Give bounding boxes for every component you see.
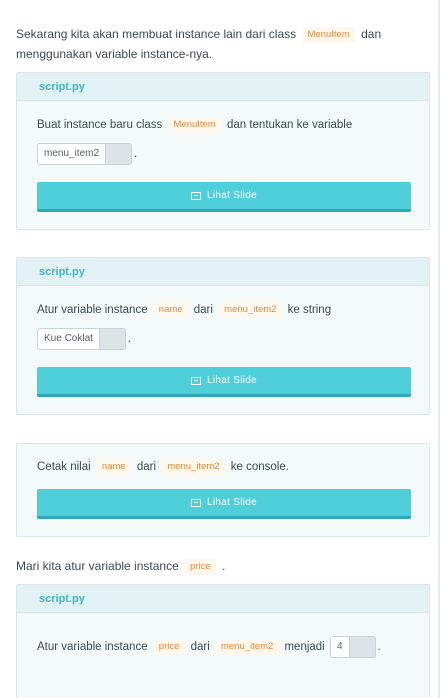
answer-dropdown[interactable]: Kue Coklat: [37, 328, 126, 350]
answer-suffix: .: [377, 641, 381, 654]
task-card-1: script.py Buat instance baru class MenuI…: [16, 72, 430, 230]
answer-dropdown[interactable]: 4: [329, 636, 376, 658]
button-label: Lihat Slide: [207, 497, 257, 508]
class-name-code: MenuItem: [302, 27, 355, 43]
instruction-text: menjadi: [284, 641, 325, 654]
price-intro-after: .: [222, 559, 226, 573]
instruction-text: dari: [136, 461, 157, 473]
answer-value: 4: [336, 641, 343, 652]
task-instruction: Cetak nilai name dari menu_item2 ke cons…: [37, 458, 415, 476]
task-instruction: Atur variable instance price dari menu_i…: [37, 636, 415, 658]
task-card-2: script.py Atur variable instance name da…: [16, 257, 430, 415]
slide-icon: [191, 191, 201, 200]
attribute-code: name: [96, 459, 131, 475]
instruction-text: dari: [193, 304, 213, 316]
slide-icon: [191, 498, 201, 507]
lesson-panel: Sekarang kita akan membuat instance lain…: [0, 0, 440, 698]
price-intro-text: Mari kita atur variable instance price .: [16, 556, 428, 576]
attribute-code: price: [153, 639, 185, 656]
view-slide-button[interactable]: Lihat Slide: [37, 367, 411, 397]
instruction-text: Atur variable instance: [37, 304, 148, 316]
instruction-text: dari: [190, 641, 210, 654]
variable-code: menu_item2: [215, 639, 279, 656]
dropdown-toggle[interactable]: [105, 144, 132, 164]
instruction-text: Buat instance baru class: [37, 119, 163, 131]
attribute-code: price: [185, 559, 216, 575]
card-header: script.py: [17, 258, 429, 286]
variable-code: menu_item2: [162, 459, 225, 475]
dropdown-toggle[interactable]: [98, 329, 125, 349]
intro-text-before: Sekarang kita akan membuat instance lain…: [16, 27, 297, 41]
answer-dropdown[interactable]: menu_item2: [37, 143, 133, 165]
instruction-text: Cetak nilai: [37, 461, 91, 473]
class-name-code: MenuItem: [168, 117, 221, 133]
answer-row: Kue Coklat .: [37, 328, 415, 350]
card-header: script.py: [17, 585, 429, 613]
button-label: Lihat Slide: [207, 190, 257, 201]
task-instruction: Atur variable instance name dari menu_it…: [37, 301, 415, 319]
view-slide-button[interactable]: Lihat Slide: [37, 182, 411, 212]
task-card-4: script.py Atur variable instance price d…: [16, 584, 430, 698]
dropdown-toggle[interactable]: [348, 637, 375, 657]
instruction-text: ke console.: [230, 461, 289, 473]
attribute-code: name: [153, 302, 188, 318]
intro-text: Sekarang kita akan membuat instance lain…: [16, 24, 428, 64]
variable-code: menu_item2: [219, 302, 282, 318]
card-header: script.py: [17, 73, 429, 101]
answer-row: menu_item2 .: [37, 143, 415, 165]
answer-suffix: .: [134, 148, 138, 161]
task-card-3: Cetak nilai name dari menu_item2 ke cons…: [16, 443, 430, 537]
instruction-text: ke string: [287, 304, 332, 316]
answer-value: menu_item2: [44, 148, 100, 159]
instruction-text: dan tentukan ke variable: [226, 119, 353, 131]
slide-icon: [191, 376, 201, 385]
price-intro-before: Mari kita atur variable instance: [16, 559, 179, 573]
answer-suffix: .: [127, 333, 132, 346]
task-instruction: Buat instance baru class MenuItem dan te…: [37, 116, 415, 134]
answer-value: Kue Coklat: [44, 333, 93, 344]
view-slide-button[interactable]: Lihat Slide: [37, 489, 411, 519]
instruction-text: Atur variable instance: [37, 641, 148, 654]
button-label: Lihat Slide: [207, 375, 257, 386]
